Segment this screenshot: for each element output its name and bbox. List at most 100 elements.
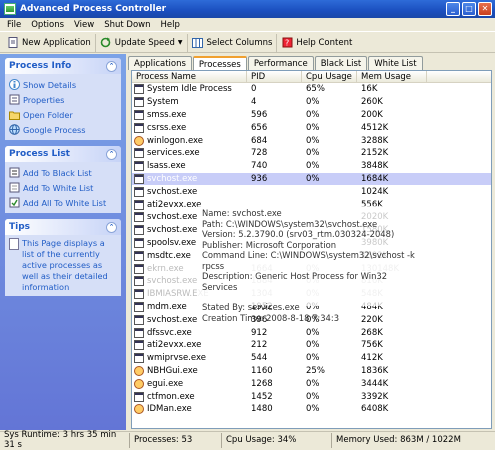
process-icon bbox=[134, 186, 144, 197]
process-pid: 728 bbox=[251, 148, 268, 159]
process-cpu: 0% bbox=[306, 161, 320, 172]
process-pid: 740 bbox=[251, 161, 268, 172]
process-info-header[interactable]: Process Info ⌃ bbox=[5, 58, 121, 74]
table-row[interactable]: IDMan.exe 1480 0% 6408K bbox=[132, 403, 491, 416]
table-row[interactable]: csrss.exe 656 0% 4512K bbox=[132, 121, 491, 134]
process-info-panel: Process Info ⌃ Show Details Properties O… bbox=[5, 58, 121, 140]
tab-performance[interactable]: Performance bbox=[247, 56, 314, 70]
google-process-link[interactable]: Google Process bbox=[9, 122, 117, 137]
table-row[interactable]: egui.exe 1268 0% 3444K bbox=[132, 377, 491, 390]
process-icon bbox=[134, 161, 144, 172]
process-icon bbox=[134, 250, 144, 261]
table-row[interactable]: ati2evxx.exe 212 0% 756K bbox=[132, 339, 491, 352]
process-icon bbox=[134, 84, 144, 95]
close-button[interactable]: ✕ bbox=[478, 2, 492, 16]
process-icon bbox=[134, 404, 144, 415]
process-name-cell: egui.exe bbox=[132, 378, 247, 389]
process-icon bbox=[134, 276, 144, 287]
app-icon bbox=[4, 3, 16, 15]
process-list-header[interactable]: Process List ⌃ bbox=[5, 146, 121, 162]
menu-view[interactable]: View bbox=[69, 20, 99, 30]
show-details-link[interactable]: Show Details bbox=[9, 77, 117, 92]
table-row[interactable]: winlogon.exe 684 0% 3288K bbox=[132, 134, 491, 147]
tab-applications[interactable]: Applications bbox=[128, 56, 192, 70]
maximize-button[interactable]: □ bbox=[462, 2, 476, 16]
select-columns-button[interactable]: Select Columns bbox=[188, 33, 278, 52]
process-icon bbox=[134, 378, 144, 389]
tab-processes[interactable]: Processes bbox=[192, 56, 247, 71]
toolbar: New Application Update Speed ▼ Select Co… bbox=[0, 33, 495, 53]
add-to-black-list-link[interactable]: Add To Black List bbox=[9, 165, 117, 180]
process-name: lsass.exe bbox=[147, 161, 186, 172]
process-name: msdtc.exe bbox=[147, 250, 191, 261]
process-name-cell: System bbox=[132, 97, 247, 108]
process-name: IDMan.exe bbox=[147, 404, 192, 415]
table-row[interactable]: System Idle Process 0 65% 16K bbox=[132, 83, 491, 96]
list-header: Process Name PID Cpu Usage Mem Usage bbox=[132, 71, 491, 83]
new-application-button[interactable]: New Application bbox=[3, 33, 96, 52]
update-speed-button[interactable]: Update Speed ▼ bbox=[96, 33, 188, 52]
help-content-button[interactable]: ? Help Content bbox=[277, 34, 356, 52]
table-row[interactable]: NBHGui.exe 1160 25% 1836K bbox=[132, 365, 491, 378]
table-row[interactable]: System 4 0% 260K bbox=[132, 96, 491, 109]
menu-help[interactable]: Help bbox=[156, 20, 185, 30]
tab-white-list[interactable]: White List bbox=[368, 56, 423, 70]
column-header-pid[interactable]: PID bbox=[247, 71, 302, 83]
tips-header[interactable]: Tips ⌃ bbox=[5, 219, 121, 235]
add-all-to-white-list-link[interactable]: Add All To White List bbox=[9, 195, 117, 210]
process-mem: 16K bbox=[361, 84, 378, 95]
table-row[interactable]: dfssvc.exe 912 0% 268K bbox=[132, 326, 491, 339]
open-folder-link[interactable]: Open Folder bbox=[9, 107, 117, 122]
table-row[interactable]: ctfmon.exe 1452 0% 3392K bbox=[132, 390, 491, 403]
process-icon bbox=[134, 109, 144, 120]
process-icon bbox=[134, 353, 144, 364]
process-icon bbox=[134, 365, 144, 376]
process-cpu: 0% bbox=[306, 391, 320, 402]
process-name-cell: ati2evxx.exe bbox=[132, 340, 247, 351]
table-row[interactable]: wmiprvse.exe 544 0% 412K bbox=[132, 352, 491, 365]
process-mem: 1024K bbox=[361, 186, 389, 197]
column-header-cpu-usage[interactable]: Cpu Usage bbox=[302, 71, 357, 83]
process-mem: 2152K bbox=[361, 148, 389, 159]
table-row[interactable]: lsass.exe 740 0% 3848K bbox=[132, 160, 491, 173]
menu-options[interactable]: Options bbox=[26, 20, 69, 30]
tips-panel: Tips ⌃ This Page displays a list of the … bbox=[5, 219, 121, 296]
process-name: ati2evxx.exe bbox=[147, 340, 202, 351]
collapse-chevron-icon[interactable]: ⌃ bbox=[106, 221, 117, 233]
collapse-chevron-icon[interactable]: ⌃ bbox=[106, 60, 117, 72]
column-header-process-name[interactable]: Process Name bbox=[132, 71, 247, 83]
table-row[interactable]: services.exe 728 0% 2152K bbox=[132, 147, 491, 160]
process-name: ctfmon.exe bbox=[147, 391, 195, 402]
window-title: Advanced Process Controller bbox=[20, 4, 167, 14]
table-row[interactable]: svchost.exe 936 0% 1684K bbox=[132, 172, 491, 186]
menu-file[interactable]: File bbox=[2, 20, 26, 30]
process-cpu: 0% bbox=[306, 122, 320, 133]
tab-black-list[interactable]: Black List bbox=[314, 56, 368, 70]
process-list[interactable]: Process Name PID Cpu Usage Mem Usage Sys… bbox=[131, 70, 492, 429]
process-mem: 1684K bbox=[361, 173, 389, 184]
tooltip-command-line: Command Line: C:\WINDOWS\system32\svchos… bbox=[202, 250, 415, 271]
process-name: svchost.exe bbox=[147, 212, 198, 223]
process-name: svchost.exe bbox=[147, 276, 198, 287]
process-name-cell: System Idle Process bbox=[132, 84, 247, 95]
process-name-cell: wmiprvse.exe bbox=[132, 353, 247, 364]
process-pid: 212 bbox=[251, 340, 268, 351]
process-icon bbox=[134, 301, 144, 312]
properties-link[interactable]: Properties bbox=[9, 92, 117, 107]
collapse-chevron-icon[interactable]: ⌃ bbox=[106, 148, 117, 160]
process-name-cell: IDMan.exe bbox=[132, 404, 247, 415]
process-name-cell: lsass.exe bbox=[132, 161, 247, 172]
process-icon bbox=[134, 148, 144, 159]
process-name: dfssvc.exe bbox=[147, 327, 192, 338]
process-name: ati2evxx.exe bbox=[147, 199, 202, 210]
table-row[interactable]: smss.exe 596 0% 200K bbox=[132, 109, 491, 122]
chevron-down-icon: ▼ bbox=[177, 39, 183, 46]
minimize-button[interactable]: _ bbox=[446, 2, 460, 16]
process-name-cell: ctfmon.exe bbox=[132, 391, 247, 402]
process-name: svchost.exe bbox=[147, 186, 198, 197]
add-to-white-list-link[interactable]: Add To White List bbox=[9, 180, 117, 195]
table-row[interactable]: svchost.exe 1024K bbox=[132, 185, 491, 198]
column-header-mem-usage[interactable]: Mem Usage bbox=[357, 71, 427, 83]
menu-shut-down[interactable]: Shut Down bbox=[99, 20, 155, 30]
list-add-icon bbox=[9, 167, 20, 178]
